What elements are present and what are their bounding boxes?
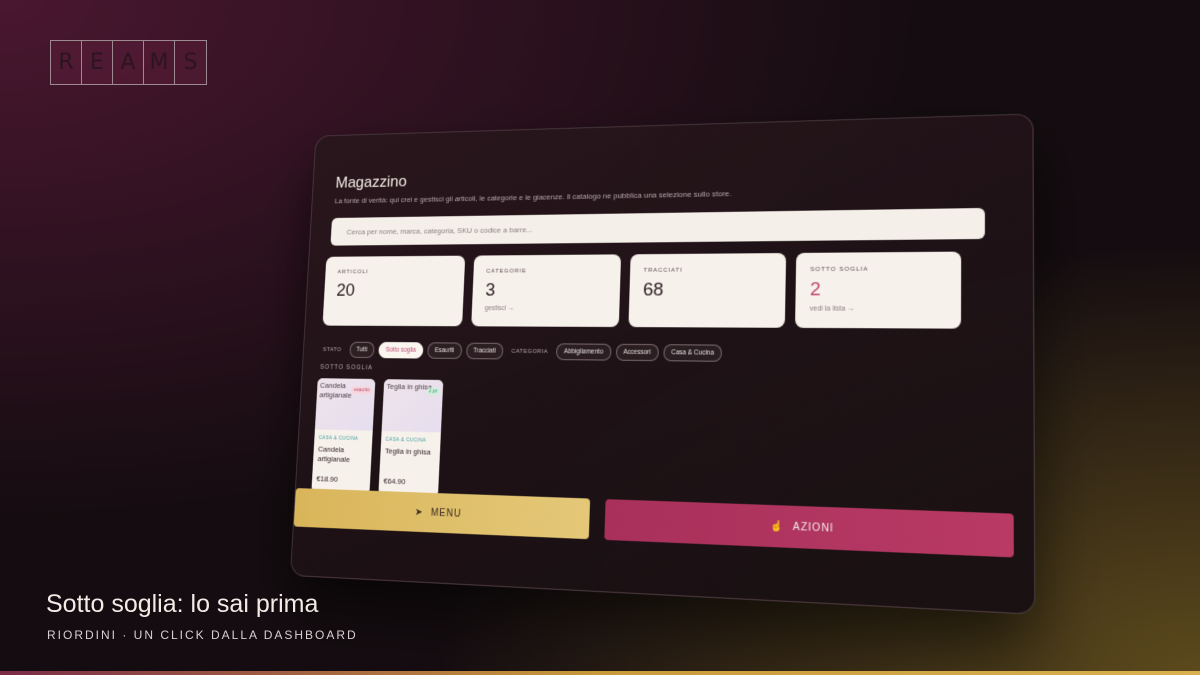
- section-label: SOTTO SOGLIA: [320, 364, 373, 371]
- stats-row: ARTICOLI 20 CATEGORIE 3 gestisci → TRACC…: [323, 252, 962, 329]
- product-grid: Candela artigianale esaurito CASA & CUCI…: [311, 378, 443, 497]
- stat-label: ARTICOLI: [337, 269, 452, 275]
- stat-value: 3: [485, 280, 607, 302]
- caption-subtitle: RIORDINI · UN CLICK DALLA DASHBOARD: [47, 628, 358, 642]
- product-card[interactable]: Candela artigianale esaurito CASA & CUCI…: [311, 378, 375, 494]
- filter-group-label: CATEGORIA: [511, 348, 548, 354]
- product-name: Teglia in ghisa: [385, 447, 436, 458]
- caption-title: Sotto soglia: lo sai prima: [46, 590, 318, 619]
- bottom-accent-bar: [0, 671, 1200, 675]
- page-title: Magazzino: [335, 172, 407, 192]
- stat-label: CATEGORIE: [486, 268, 607, 274]
- pointer-hand-icon: ☝: [771, 520, 785, 532]
- product-category: CASA & CUCINA: [319, 435, 373, 442]
- stat-card-articoli[interactable]: ARTICOLI 20: [323, 256, 466, 327]
- view-list-link[interactable]: vedi la lista →: [810, 306, 946, 313]
- stock-badge: esaurito: [351, 386, 372, 394]
- stat-label: SOTTO SOGLIA: [810, 266, 946, 273]
- navigation-arrow-icon: ➤: [415, 507, 424, 518]
- filter-chip-abbigliamento[interactable]: Abbigliamento: [556, 343, 611, 360]
- stat-value: 2: [810, 279, 946, 302]
- page-subtitle: La fonte di verità: qui crei e gestisci …: [334, 189, 731, 205]
- filter-chip-tutti[interactable]: Tutti: [349, 342, 375, 358]
- stat-value: 68: [643, 279, 772, 301]
- stock-badge: 2 pz: [426, 387, 440, 395]
- stat-label: TRACCIATI: [644, 267, 772, 274]
- product-price: €18.90: [316, 474, 338, 483]
- product-name: Candela artigianale: [317, 445, 367, 466]
- manage-categories-link[interactable]: gestisci →: [485, 305, 607, 312]
- filter-chip-sotto-soglia[interactable]: Sotto soglia: [378, 342, 423, 359]
- filter-chip-casa-cucina[interactable]: Casa & Cucina: [663, 344, 722, 362]
- product-category: CASA & CUCINA: [385, 437, 440, 444]
- product-price: €64.90: [383, 477, 405, 487]
- filter-chip-esauriti[interactable]: Esauriti: [427, 342, 462, 359]
- actions-button[interactable]: ☝ AZIONI: [604, 499, 1013, 557]
- filter-group-label: STATO: [323, 347, 342, 353]
- stat-card-sotto-soglia[interactable]: SOTTO SOGLIA 2 vedi la lista →: [795, 252, 961, 329]
- filter-chip-accessori[interactable]: Accessori: [615, 344, 658, 361]
- actions-button-label: AZIONI: [793, 521, 834, 534]
- filter-chip-tracciati[interactable]: Tracciati: [466, 343, 504, 360]
- device-stage: Magazzino La fonte di verità: qui crei e…: [0, 0, 1200, 675]
- menu-button-label: MENU: [431, 507, 462, 519]
- filter-bar: STATO Tutti Sotto soglia Esauriti Tracci…: [319, 341, 722, 361]
- product-card[interactable]: Teglia in ghisa 2 pz CASA & CUCINA Tegli…: [378, 379, 443, 497]
- stat-value: 20: [336, 280, 452, 301]
- inventory-panel: Magazzino La fonte di verità: qui crei e…: [290, 113, 1035, 615]
- stat-card-tracciati[interactable]: TRACCIATI 68: [628, 253, 786, 328]
- search-input[interactable]: Cerca per nome, marca, categoria, SKU o …: [330, 208, 984, 246]
- stat-card-categorie[interactable]: CATEGORIE 3 gestisci →: [471, 254, 621, 327]
- menu-button[interactable]: ➤ MENU: [294, 488, 590, 539]
